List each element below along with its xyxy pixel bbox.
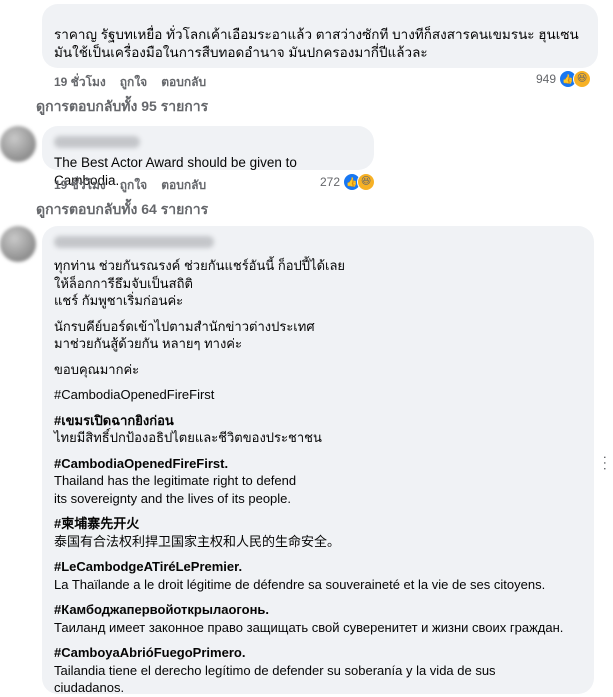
reply-button[interactable]: ตอบกลับ <box>161 73 206 92</box>
avatar[interactable] <box>0 126 36 162</box>
hashtag-link[interactable]: #CambodiaOpenedFireFirst. <box>54 455 582 473</box>
haha-reaction-icon: 😆 <box>573 70 592 88</box>
comment-actions: 19 ชั่วโมง ถูกใจ ตอบกลับ <box>54 176 206 195</box>
avatar[interactable] <box>0 226 36 262</box>
comment-bubble: The Best Actor Award should be given to … <box>42 126 374 188</box>
reaction-count: 949 <box>536 72 557 86</box>
more-options-icon[interactable]: ··· <box>598 455 613 472</box>
hashtag-link[interactable]: #柬埔寨先开火 <box>54 515 582 533</box>
comment-paragraph: Tailandia tiene el derecho legítimo de d… <box>54 662 496 696</box>
comment-timestamp[interactable]: 19 ชั่วโมง <box>54 176 106 195</box>
comment-actions: 19 ชั่วโมง ถูกใจ ตอบกลับ <box>54 73 206 92</box>
comment-text: ราคาญ รัฐบทเหยื่อ ทั่วโลกเค้าเอือมระอาแล… <box>54 27 579 60</box>
comment-paragraph: Таиланд имеет законное право защищать св… <box>54 619 564 635</box>
reaction-count: 272 <box>320 175 341 189</box>
comment-paragraph: 泰国有合法权利捍卫国家主权和人民的生命安全。 <box>54 533 341 549</box>
author-name-redacted[interactable] <box>54 136 140 148</box>
reaction-summary[interactable]: 272 👍 😆 <box>320 173 376 191</box>
hashtag-link[interactable]: #CambodiaOpenedFireFirst <box>54 386 582 404</box>
comment-paragraph: ทุกท่าน ช่วยกันรณรงค์ ช่วยกันแชร์อันนี้ … <box>54 258 346 308</box>
comment-bubble: ราคาญ รัฐบทเหยื่อ ทั่วโลกเค้าเอือมระอาแล… <box>42 4 598 68</box>
like-button[interactable]: ถูกใจ <box>120 176 147 195</box>
view-replies-link[interactable]: ดูการตอบกลับทั้ง 64 รายการ <box>36 199 208 221</box>
comment-bubble: ทุกท่าน ช่วยกันรณรงค์ ช่วยกันแชร์อันนี้ … <box>42 226 594 696</box>
author-name-redacted[interactable] <box>54 236 214 248</box>
hashtag-link[interactable]: #เขมรเปิดฉากยิงก่อน <box>54 412 582 430</box>
haha-reaction-icon: 😆 <box>357 173 376 191</box>
comment-paragraph: ขอบคุณมากค่ะ <box>54 361 140 377</box>
like-button[interactable]: ถูกใจ <box>120 73 147 92</box>
reaction-summary[interactable]: 949 👍 😆 <box>536 70 592 88</box>
hashtag-link[interactable]: #Камбоджапервойоткрылаогонь. <box>54 601 582 619</box>
hashtag-link[interactable]: #LeCambodgeATiréLePremier. <box>54 558 582 576</box>
view-replies-link[interactable]: ดูการตอบกลับทั้ง 95 รายการ <box>36 96 208 118</box>
comment-timestamp[interactable]: 19 ชั่วโมง <box>54 73 106 92</box>
hashtag-link[interactable]: #CamboyaAbrióFuegoPrimero. <box>54 644 582 662</box>
comment-paragraph: นักรบคีย์บอร์ดเข้าไปตามสำนักข่าวต่างประเ… <box>54 318 315 352</box>
comment-paragraph: ไทยมีสิทธิ์ปกป้องอธิปไตยและชีวิตของประชา… <box>54 430 322 445</box>
comment-paragraph: Thailand has the legitimate right to def… <box>54 473 297 506</box>
comment-paragraph: La Thaïlande a le droit légitime de défe… <box>54 576 546 592</box>
reply-button[interactable]: ตอบกลับ <box>161 176 206 195</box>
view-replies-label: ดูการตอบกลับทั้ง 64 รายการ <box>36 201 209 217</box>
view-replies-label: ดูการตอบกลับทั้ง 95 รายการ <box>36 98 209 114</box>
